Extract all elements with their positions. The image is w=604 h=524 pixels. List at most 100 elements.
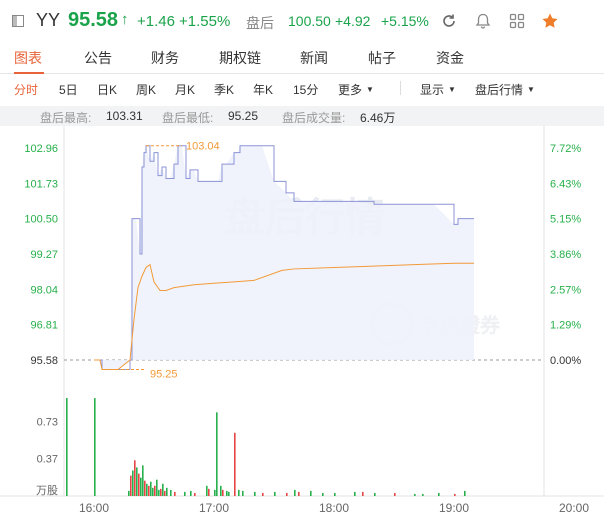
after-hours-quote-dropdown[interactable]: 盘后行情 ▼ <box>475 81 535 98</box>
tab-announcements[interactable]: 公告 <box>84 48 112 68</box>
tab-options-chain[interactable]: 期权链 <box>219 48 261 68</box>
display-dropdown[interactable]: 显示 ▼ <box>420 81 456 98</box>
star-icon[interactable] <box>541 12 559 30</box>
ah-low-value: 95.25 <box>228 109 259 123</box>
volume-bar <box>190 490 192 496</box>
refresh-icon[interactable] <box>440 12 458 30</box>
tab-capital-flow[interactable]: 资金 <box>436 48 464 68</box>
period-monthly[interactable]: 月K <box>175 81 195 98</box>
volume-bar <box>156 479 158 496</box>
volume-bar <box>334 492 336 496</box>
volume-bar <box>152 487 154 496</box>
volume-tick-label: 0.37 <box>37 453 58 465</box>
volume-bar <box>274 491 276 496</box>
after-hours-stats: 盘后最高: 103.31 盘后最低: 95.25 盘后成交量: 6.46万 <box>0 106 604 126</box>
volume-bar <box>138 473 140 496</box>
period-bar: 分时 5日 日K 周K 月K 季K 年K 15分 更多 ▼ 显示 ▼ 盘后行情 ▼ <box>0 76 604 100</box>
x-tick-label: 20:00 <box>559 501 589 515</box>
more-label: 更多 <box>338 83 363 97</box>
volume-bar <box>422 493 424 496</box>
volume-bar <box>222 489 224 496</box>
volume-bar <box>144 480 146 496</box>
volume-bar <box>464 490 466 496</box>
volume-bar <box>414 493 416 496</box>
period-quarterly[interactable]: 季K <box>214 81 234 98</box>
ah-volume-value: 6.46万 <box>360 111 396 125</box>
x-tick-label: 16:00 <box>79 501 109 515</box>
x-tick-label: 19:00 <box>439 501 469 515</box>
volume-bar <box>160 488 162 496</box>
bell-icon[interactable] <box>474 12 492 30</box>
volume-bar <box>238 489 240 496</box>
volume-bar <box>438 492 440 496</box>
tab-financials[interactable]: 财务 <box>151 48 179 68</box>
volume-bar <box>228 491 230 496</box>
low-marker-label: 95.25 <box>150 368 178 380</box>
volume-bar <box>216 412 218 496</box>
volume-bar <box>142 465 144 496</box>
quote-header: YY 95.58 ↑ +1.46 +1.55% 盘后 100.50 +4.92 … <box>0 0 604 42</box>
volume-bar <box>154 485 156 496</box>
y-tick-label: 95.58 <box>30 355 58 367</box>
y-tick-label-pct: 3.86% <box>550 249 581 261</box>
volume-bar <box>322 492 324 496</box>
y-tick-label-pct: 1.29% <box>550 320 581 332</box>
volume-bar <box>148 485 150 496</box>
volume-bar <box>194 492 196 496</box>
volume-bar <box>132 470 134 496</box>
caret-down-icon: ▼ <box>366 85 374 94</box>
y-tick-label: 102.96 <box>24 143 58 155</box>
volume-bar <box>140 477 142 496</box>
price-area <box>94 145 474 370</box>
after-hours-quote-label: 盘后行情 <box>475 83 524 97</box>
tab-posts[interactable]: 帖子 <box>368 48 396 68</box>
ah-volume-label: 盘后成交量: <box>282 111 346 125</box>
volume-bar <box>234 432 236 496</box>
grid-icon[interactable] <box>508 12 526 30</box>
last-price: 95.58 <box>68 9 119 31</box>
period-weekly[interactable]: 周K <box>136 81 156 98</box>
y-tick-label: 100.50 <box>24 214 58 226</box>
tab-chart[interactable]: 图表 <box>14 48 42 68</box>
volume-bar <box>158 489 160 496</box>
period-5d[interactable]: 5日 <box>59 81 78 98</box>
period-intraday[interactable]: 分时 <box>14 81 38 98</box>
y-tick-label: 98.04 <box>30 284 58 296</box>
volume-bar <box>226 490 228 496</box>
volume-bar <box>134 460 136 496</box>
volume-bar <box>162 483 164 496</box>
period-more-dropdown[interactable]: 更多 ▼ <box>338 81 374 98</box>
y-tick-label-pct: 7.72% <box>550 143 581 155</box>
x-tick-label: 18:00 <box>319 501 349 515</box>
display-label: 显示 <box>420 83 445 97</box>
volume-bar <box>170 489 172 496</box>
up-arrow-icon: ↑ <box>121 11 129 28</box>
volume-bar <box>254 491 256 496</box>
volume-bar <box>310 490 312 496</box>
y-tick-label: 101.73 <box>24 178 58 190</box>
period-daily[interactable]: 日K <box>97 81 117 98</box>
volume-bar <box>94 398 96 496</box>
y-tick-label-pct: 0.00% <box>550 355 581 367</box>
volume-bar <box>374 492 376 496</box>
intraday-chart[interactable]: 盘后行情 老虎證券 103.0495.25 102.967.72%101.736… <box>0 126 604 524</box>
period-15min[interactable]: 15分 <box>293 81 318 98</box>
y-tick-label-pct: 2.57% <box>550 284 581 296</box>
price-change-pct: +1.55% <box>179 13 231 30</box>
period-yearly[interactable]: 年K <box>253 81 273 98</box>
volume-bar <box>242 490 244 496</box>
volume-tick-label: 0.73 <box>37 417 58 429</box>
caret-down-icon: ▼ <box>448 85 456 94</box>
tab-news[interactable]: 新闻 <box>300 48 328 68</box>
y-tick-label-pct: 5.15% <box>550 214 581 226</box>
volume-bar <box>174 491 176 496</box>
ah-high-label: 盘后最高: <box>40 111 92 125</box>
divider <box>400 81 401 95</box>
volume-bar <box>362 491 364 496</box>
tab-bar: 图表 公告 财务 期权链 新闻 帖子 资金 <box>0 42 604 74</box>
after-hours-label: 盘后 <box>246 15 274 31</box>
volume-bar <box>184 491 186 496</box>
sidebar-toggle-icon[interactable] <box>12 15 24 27</box>
caret-down-icon: ▼ <box>527 85 535 94</box>
ticker-symbol: YY <box>36 10 61 30</box>
